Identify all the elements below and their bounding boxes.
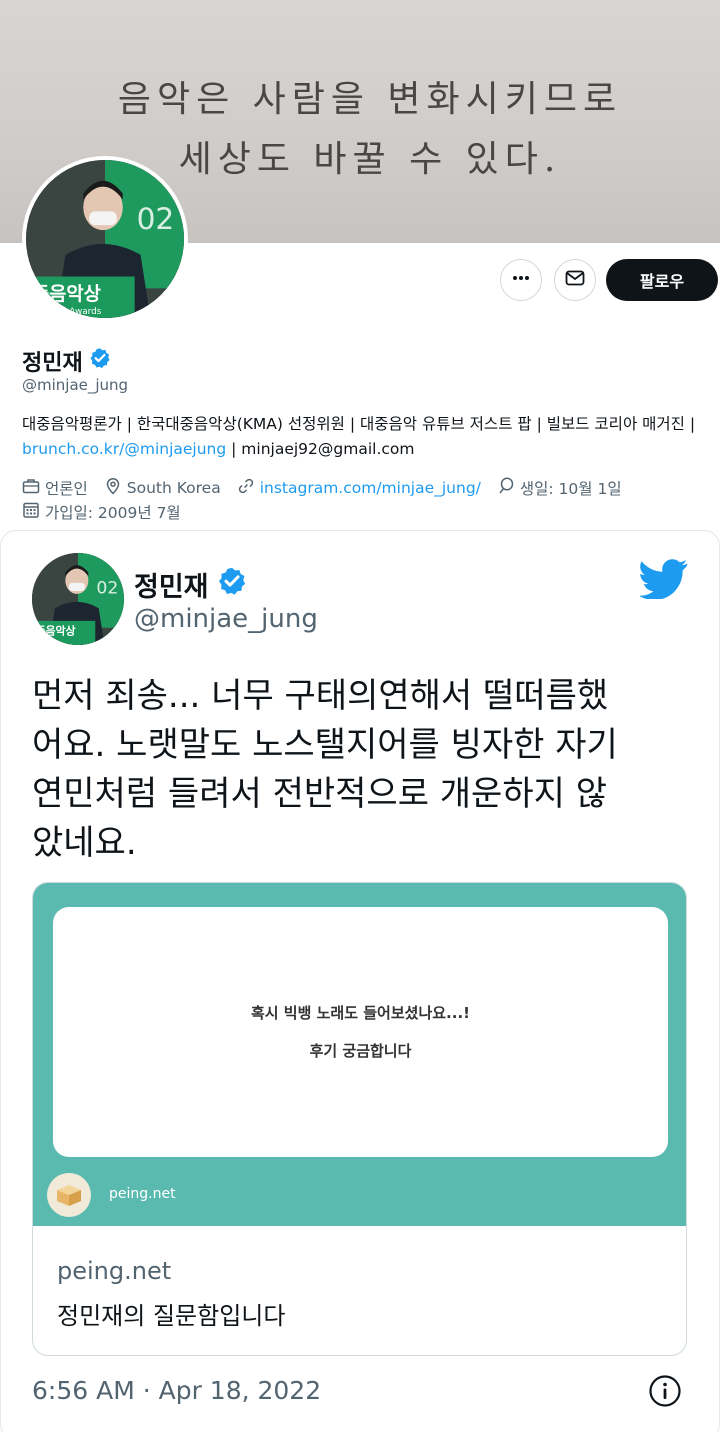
tweet-text: 먼저 죄송... 너무 구태의연해서 떨떠름했 어요. 노랫말도 노스탤지어를 …	[32, 672, 692, 868]
tweet-text-line: 먼저 죄송... 너무 구태의연해서 떨떠름했	[32, 676, 609, 716]
location-pin-icon	[104, 477, 127, 499]
profile-avatar[interactable]: 02 중음악상 usicAwards	[22, 156, 188, 322]
avatar-year-text: 02	[137, 202, 175, 236]
meta-birthday-text: 생일: 10월 1일	[519, 480, 622, 498]
verified-badge-icon	[217, 566, 247, 603]
link-preview-domain: peing.net	[57, 1257, 172, 1285]
banner-text-line1: 음악은 사람을 변화시키므로	[117, 79, 623, 120]
meta-location-text: South Korea	[126, 479, 221, 497]
tweet-timestamp[interactable]: 6:56 AM · Apr 18, 2022	[32, 1376, 321, 1405]
meta-website-link[interactable]: instagram.com/minjae_jung/	[260, 479, 481, 497]
meta-category-text: 언론인	[45, 480, 88, 498]
link-preview-image: 혹시 빅뱅 노래도 들어보셨나요...! 후기 궁금합니다 peing.net	[33, 883, 686, 1226]
link-preview-card[interactable]: 혹시 빅뱅 노래도 들어보셨나요...! 후기 궁금합니다 peing.net …	[32, 882, 687, 1356]
more-button[interactable]	[500, 259, 542, 301]
meta-category: 언론인	[22, 477, 88, 499]
mail-icon	[564, 267, 586, 293]
profile-handle: @minjae_jung	[22, 376, 129, 394]
bio-text-after: | minjaej92@gmail.com	[226, 440, 415, 458]
profile-meta-row: 언론인 South Korea instagram.com/minjae_jun…	[22, 477, 638, 499]
tweet-author-name-text: 정민재	[134, 572, 209, 603]
balloon-icon	[497, 477, 520, 499]
profile-meta-row-2: 가입일: 2009년 7월	[22, 501, 197, 523]
question-text-line2: 후기 궁금합니다	[309, 1042, 412, 1060]
tweet-author-name[interactable]: 정민재	[134, 565, 247, 604]
question-box: 혹시 빅뱅 노래도 들어보셨나요...! 후기 궁금합니다	[53, 907, 668, 1157]
avatar-caption-sub-text: usicAwards	[52, 307, 102, 317]
preview-site-label: peing.net	[109, 1186, 176, 1202]
tweet-author-avatar[interactable]: 02 중음악상	[32, 553, 124, 645]
display-name-text: 정민재	[22, 351, 83, 376]
tweet-avatar-year-text: 02	[96, 578, 118, 598]
avatar-caption-text: 중음악상	[32, 283, 101, 305]
tweet-text-line: 았네요.	[32, 823, 137, 863]
info-icon[interactable]	[648, 1374, 682, 1412]
profile-display-name: 정민재	[22, 345, 111, 377]
tweet-avatar-photo: 02 중음악상	[32, 553, 124, 645]
follow-button[interactable]: 팔로우	[606, 259, 718, 301]
bio-link[interactable]: brunch.co.kr/@minjaejung	[22, 440, 226, 458]
profile-bio: 대중음악평론가 | 한국대중음악상(KMA) 선정위원 | 대중음악 유튜브 저…	[22, 412, 702, 462]
question-text-line1: 혹시 빅뱅 노래도 들어보셨나요...!	[250, 1004, 470, 1022]
message-button[interactable]	[554, 259, 596, 301]
meta-joined-text: 가입일: 2009년 7월	[45, 504, 181, 522]
peing-box-icon	[47, 1173, 91, 1217]
meta-website: instagram.com/minjae_jung/	[237, 477, 481, 499]
link-icon	[237, 477, 260, 499]
tweet-text-line: 어요. 노랫말도 노스탤지어를 빙자한 자기	[32, 725, 618, 765]
twitter-bird-icon[interactable]	[638, 559, 688, 603]
meta-birthday: 생일: 10월 1일	[497, 477, 622, 499]
tweet-author-handle[interactable]: @minjae_jung	[134, 604, 318, 634]
tweet-avatar-caption-text: 중음악상	[35, 624, 75, 638]
meta-joined: 가입일: 2009년 7월	[22, 501, 181, 523]
more-icon	[510, 267, 532, 293]
link-preview-title: 정민재의 질문함입니다	[57, 1302, 286, 1330]
bio-text: 대중음악평론가 | 한국대중음악상(KMA) 선정위원 | 대중음악 유튜브 저…	[22, 415, 696, 433]
tweet-text-line: 연민처럼 들려서 전반적으로 개운하지 않	[32, 774, 607, 814]
briefcase-icon	[22, 477, 45, 499]
meta-location: South Korea	[104, 477, 221, 499]
verified-badge-icon[interactable]	[89, 347, 111, 375]
calendar-icon	[22, 501, 45, 523]
avatar-photo: 02 중음악상 usicAwards	[26, 160, 184, 318]
